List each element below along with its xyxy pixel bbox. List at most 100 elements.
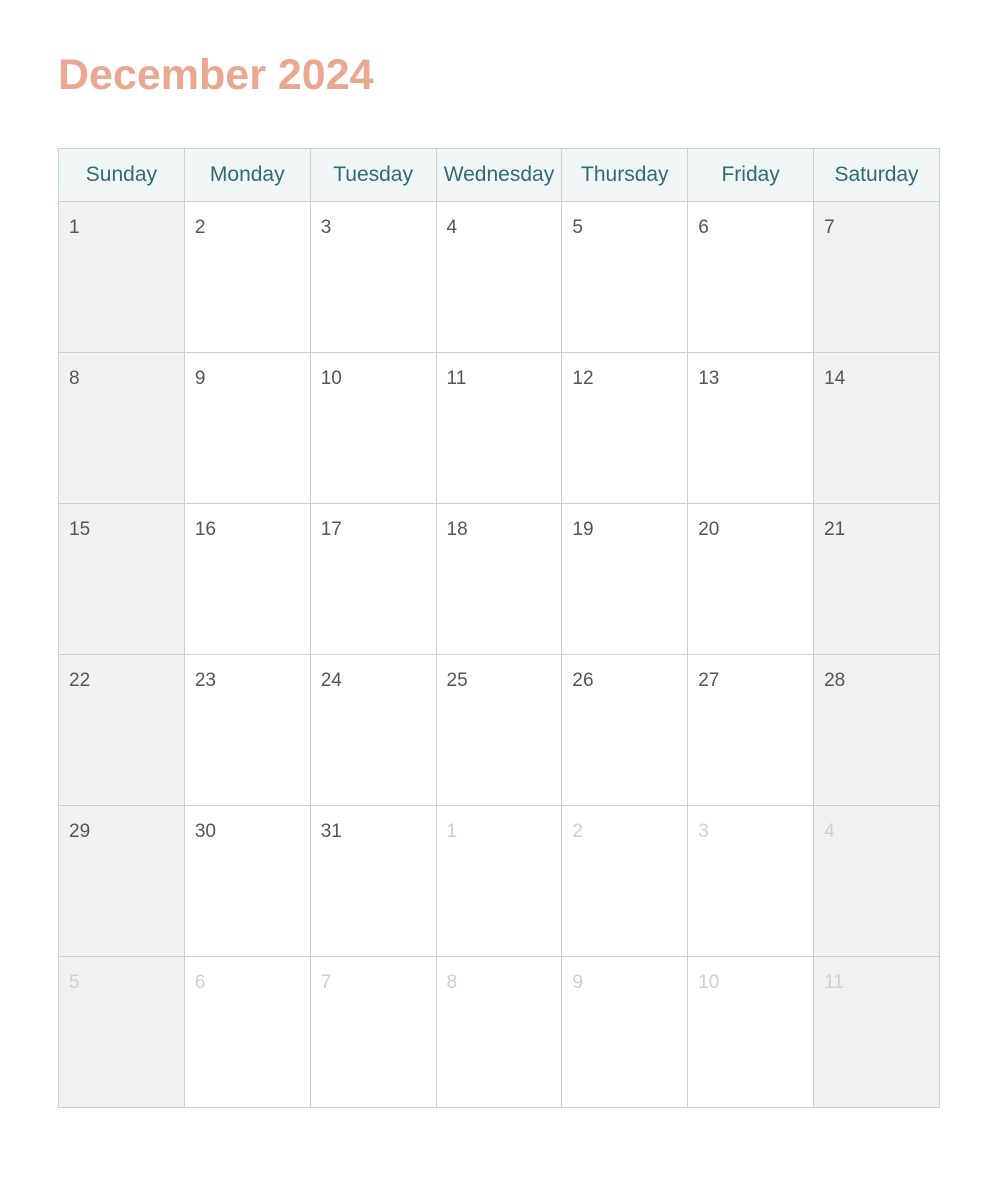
day-number: 21: [824, 519, 846, 540]
day-number: 4: [446, 217, 458, 238]
weekday-header-monday: Monday: [183, 148, 311, 202]
day-cell[interactable]: 30: [183, 805, 311, 957]
day-cell[interactable]: 9: [183, 352, 311, 504]
weekday-header-thursday: Thursday: [561, 148, 689, 202]
day-number: 2: [572, 821, 583, 842]
day-cell[interactable]: 19: [561, 503, 689, 655]
day-number: 25: [446, 670, 468, 691]
day-cell[interactable]: 12: [561, 352, 689, 504]
week-row: 5 6 7 8 9 10 11: [58, 956, 940, 1108]
day-cell[interactable]: 24: [309, 654, 437, 806]
other-month-day-cell[interactable]: 5: [58, 956, 185, 1108]
week-row: 15 16 17 18 19 20 21: [58, 503, 940, 655]
other-month-day-cell[interactable]: 2: [561, 805, 689, 957]
calendar-body: 1 2 3 4 5 6 7 8 9 10 11 12 13 14 15 16 17 18 19 20 21 22 23 24 2…: [58, 201, 940, 1108]
other-month-day-cell[interactable]: 1: [435, 805, 563, 957]
day-number: 22: [69, 670, 91, 691]
day-number: 31: [320, 821, 342, 842]
day-cell[interactable]: 11: [435, 352, 563, 504]
day-cell[interactable]: 16: [183, 503, 311, 655]
day-number: 12: [572, 368, 594, 389]
day-number: 28: [824, 670, 846, 691]
day-number: 6: [698, 217, 709, 238]
day-cell[interactable]: 18: [435, 503, 563, 655]
day-cell[interactable]: 4: [435, 201, 563, 353]
day-cell[interactable]: 23: [183, 654, 311, 806]
other-month-day-cell[interactable]: 4: [813, 805, 940, 957]
day-number: 17: [320, 519, 342, 540]
calendar-grid: Sunday Monday Tuesday Wednesday Thursday…: [58, 148, 940, 1108]
day-number: 3: [320, 217, 332, 238]
day-number: 10: [698, 972, 720, 993]
month-title: December 2024: [58, 51, 374, 99]
day-number: 1: [69, 217, 80, 238]
other-month-day-cell[interactable]: 8: [435, 956, 563, 1108]
day-number: 13: [698, 368, 720, 389]
weekday-header-sunday: Sunday: [58, 148, 185, 202]
other-month-day-cell[interactable]: 9: [561, 956, 689, 1108]
day-cell[interactable]: 26: [561, 654, 689, 806]
day-cell[interactable]: 3: [309, 201, 437, 353]
day-number: 15: [69, 519, 91, 540]
day-number: 8: [69, 368, 80, 389]
day-cell[interactable]: 21: [813, 503, 940, 655]
weekday-header-wednesday: Wednesday: [435, 148, 563, 202]
day-cell[interactable]: 1: [58, 201, 185, 353]
day-cell[interactable]: 31: [309, 805, 437, 957]
other-month-day-cell[interactable]: 11: [813, 956, 940, 1108]
day-number: 30: [194, 821, 216, 842]
day-number: 29: [69, 821, 91, 842]
day-number: 23: [194, 670, 216, 691]
day-cell[interactable]: 13: [687, 352, 815, 504]
day-cell[interactable]: 7: [813, 201, 940, 353]
day-number: 19: [572, 519, 594, 540]
day-number: 11: [446, 368, 467, 389]
day-cell[interactable]: 6: [687, 201, 815, 353]
weekday-header-saturday: Saturday: [813, 148, 940, 202]
day-number: 20: [698, 519, 720, 540]
day-number: 27: [698, 670, 720, 691]
day-cell[interactable]: 10: [309, 352, 437, 504]
day-number: 26: [572, 670, 594, 691]
week-row: 29 30 31 1 2 3 4: [58, 805, 940, 957]
day-number: 9: [572, 972, 583, 993]
day-number: 9: [194, 368, 206, 389]
day-number: 11: [824, 972, 844, 993]
day-cell[interactable]: 15: [58, 503, 185, 655]
day-number: 24: [320, 670, 342, 691]
day-cell[interactable]: 29: [58, 805, 185, 957]
day-number: 5: [572, 217, 583, 238]
day-number: 7: [824, 217, 835, 238]
day-cell[interactable]: 2: [183, 201, 311, 353]
day-cell[interactable]: 27: [687, 654, 815, 806]
day-number: 3: [698, 821, 709, 842]
day-number: 6: [194, 972, 206, 993]
week-row: 22 23 24 25 26 27 28: [58, 654, 940, 806]
day-number: 18: [446, 519, 468, 540]
day-number: 5: [69, 972, 80, 993]
day-number: 14: [824, 368, 846, 389]
day-number: 2: [194, 217, 206, 238]
day-number: 10: [320, 368, 342, 389]
day-cell[interactable]: 14: [813, 352, 940, 504]
other-month-day-cell[interactable]: 6: [183, 956, 311, 1108]
day-number: 8: [446, 972, 458, 993]
other-month-day-cell[interactable]: 3: [687, 805, 815, 957]
day-cell[interactable]: 25: [435, 654, 563, 806]
weekday-header-tuesday: Tuesday: [309, 148, 437, 202]
other-month-day-cell[interactable]: 7: [309, 956, 437, 1108]
week-row: 1 2 3 4 5 6 7: [58, 201, 940, 353]
day-cell[interactable]: 20: [687, 503, 815, 655]
weekday-header-friday: Friday: [687, 148, 815, 202]
weekday-header-row: Sunday Monday Tuesday Wednesday Thursday…: [58, 148, 940, 202]
day-number: 16: [194, 519, 216, 540]
day-cell[interactable]: 17: [309, 503, 437, 655]
day-number: 4: [824, 821, 835, 842]
day-number: 1: [446, 821, 458, 842]
day-cell[interactable]: 22: [58, 654, 185, 806]
day-cell[interactable]: 8: [58, 352, 185, 504]
day-cell[interactable]: 28: [813, 654, 940, 806]
day-cell[interactable]: 5: [561, 201, 689, 353]
day-number: 7: [320, 972, 332, 993]
other-month-day-cell[interactable]: 10: [687, 956, 815, 1108]
